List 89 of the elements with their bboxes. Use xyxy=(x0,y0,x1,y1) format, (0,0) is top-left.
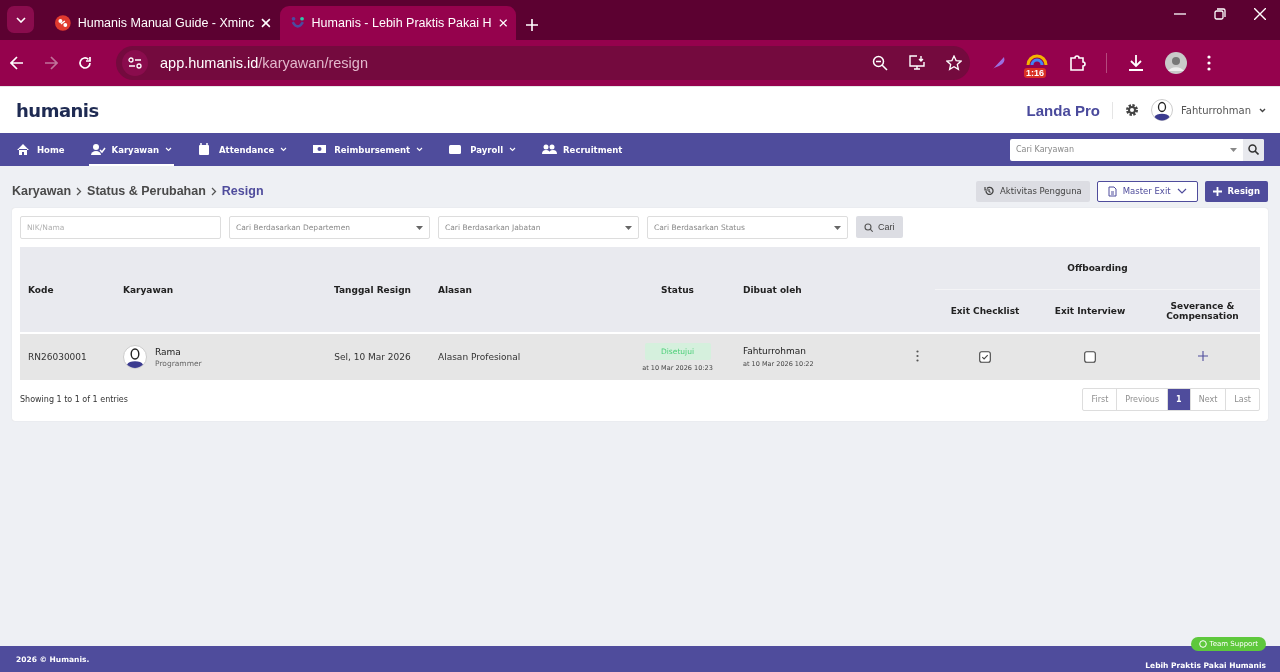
plus-icon xyxy=(1212,186,1222,196)
breadcrumb-item[interactable]: Status & Perubahan xyxy=(87,184,206,198)
close-icon[interactable] xyxy=(261,18,271,28)
avatar-icon[interactable] xyxy=(1150,99,1173,121)
chevron-down-icon xyxy=(15,16,26,23)
entries-info: Showing 1 to 1 of 1 entries xyxy=(20,395,128,404)
address-bar[interactable]: app.humanis.id/karyawan/resign xyxy=(116,46,970,80)
favicon-icon xyxy=(291,15,305,31)
action-button[interactable]: Resign xyxy=(1204,180,1268,202)
favicon-icon xyxy=(55,15,71,31)
puzzle-icon[interactable] xyxy=(1068,54,1086,72)
column-header: Severance & Compensation xyxy=(1145,289,1260,333)
history-icon xyxy=(984,186,995,196)
action-button[interactable]: Master Exit xyxy=(1096,180,1198,202)
close-icon[interactable] xyxy=(498,18,507,28)
search-button[interactable]: Cari xyxy=(856,216,903,238)
url-text: app.humanis.id/karyawan/resign xyxy=(160,55,369,71)
chevron-down-icon xyxy=(1176,188,1187,194)
page-button[interactable]: 1 xyxy=(1167,389,1190,410)
column-group-header: Offboarding xyxy=(935,247,1260,290)
site-settings-icon[interactable] xyxy=(128,57,142,69)
chevron-right-icon xyxy=(210,186,217,196)
action-button[interactable]: Aktivitas Pengguna xyxy=(976,180,1090,202)
column-header: Status xyxy=(620,247,735,333)
column-header: Exit Interview xyxy=(1035,289,1145,333)
tab-title: Humanis Manual Guide - Xminc xyxy=(77,16,255,30)
page-link: Next xyxy=(1189,389,1226,410)
chevron-right-icon xyxy=(76,186,83,196)
browser-tab[interactable]: Humanis - Lebih Praktis Pakai H xyxy=(280,6,516,40)
breadcrumb-item: Resign xyxy=(221,184,264,198)
table-cell: Sel, 10 Mar 2026 xyxy=(315,333,430,380)
chevron-down-icon[interactable] xyxy=(1259,107,1266,113)
document-icon xyxy=(1107,185,1117,197)
timer-badge: 1:16 xyxy=(1024,68,1046,78)
user-name[interactable]: Fahturrohman xyxy=(1180,104,1251,116)
nav-item[interactable]: Recruitment xyxy=(540,133,625,166)
more-options-icon[interactable] xyxy=(916,350,919,362)
menu-icon[interactable] xyxy=(1207,55,1211,71)
users-icon xyxy=(542,143,558,156)
star-icon[interactable] xyxy=(946,55,962,71)
tab-list-button[interactable] xyxy=(7,6,34,33)
caret-icon xyxy=(625,225,632,230)
forward-icon xyxy=(44,56,58,70)
breadcrumb-item[interactable]: Karyawan xyxy=(12,184,72,198)
extension-icon[interactable]: 1:16 xyxy=(1026,51,1048,75)
back-icon[interactable] xyxy=(10,56,24,70)
caret-icon xyxy=(834,225,841,230)
column-header: Tanggal Resign xyxy=(315,247,430,333)
checkbox[interactable] xyxy=(1084,351,1096,363)
user-check-icon xyxy=(90,143,106,156)
zoom-out-icon[interactable] xyxy=(872,55,888,71)
search-icon xyxy=(864,222,873,232)
tab-title: Humanis - Lebih Praktis Pakai H xyxy=(311,16,492,30)
add-icon[interactable] xyxy=(1197,351,1208,361)
nav-item[interactable]: Home xyxy=(14,133,67,166)
caret-icon xyxy=(416,225,423,230)
close-icon[interactable] xyxy=(1254,8,1266,20)
employee-name: Rama xyxy=(155,346,182,357)
home-icon xyxy=(16,143,31,156)
column-header: Kode xyxy=(20,247,115,333)
creator-name: Fahturrohman xyxy=(743,346,808,356)
table-cell: RN26030001 xyxy=(20,333,115,380)
download-icon[interactable] xyxy=(1127,54,1145,72)
column-header: Alasan xyxy=(430,247,620,333)
column-header: Dibuat oleh xyxy=(735,247,935,333)
install-icon[interactable] xyxy=(908,55,926,71)
new-tab-icon[interactable] xyxy=(526,19,538,31)
employee-search-field[interactable]: Cari Karyawan xyxy=(1010,138,1264,161)
settings-icon[interactable] xyxy=(1124,103,1139,117)
caret-icon xyxy=(1230,147,1237,152)
search-icon[interactable] xyxy=(1248,144,1259,155)
nav-item[interactable]: Attendance xyxy=(196,133,290,166)
nav-item[interactable]: Reimbursement xyxy=(311,133,426,166)
page-link: First xyxy=(1090,394,1110,406)
table-cell: Alasan Profesional xyxy=(430,333,620,380)
nav-item[interactable]: Payroll xyxy=(447,133,519,166)
column-header: Exit Checklist xyxy=(935,289,1035,333)
profile-avatar-icon[interactable] xyxy=(1165,52,1187,74)
column-header: Karyawan xyxy=(115,247,315,333)
avatar-icon xyxy=(123,345,147,369)
page-link: Last xyxy=(1225,389,1259,410)
restore-icon[interactable] xyxy=(1214,8,1226,20)
banknote-icon xyxy=(313,143,329,156)
checkbox[interactable] xyxy=(979,351,991,363)
browser-tab[interactable]: Humanis Manual Guide - Xminc xyxy=(44,6,280,40)
nav-item[interactable]: Karyawan xyxy=(88,133,174,166)
company-name: Landa Pro xyxy=(1026,101,1113,119)
reload-icon[interactable] xyxy=(78,56,92,70)
logo: humanis xyxy=(16,99,99,121)
